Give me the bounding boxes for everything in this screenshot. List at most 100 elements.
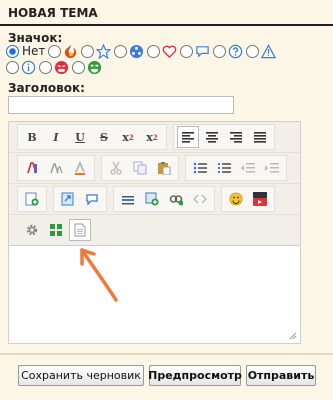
align-justify-icon — [254, 131, 266, 143]
radio-button[interactable] — [6, 44, 19, 58]
title-input[interactable] — [8, 96, 234, 114]
annotation-arrow-icon — [80, 248, 118, 302]
insert-group-1 — [17, 186, 47, 212]
new-topic-page: НОВАЯ ТЕМА Значок: Нет Заголовок: B I U … — [0, 0, 333, 400]
align-right-button[interactable] — [225, 126, 247, 148]
insert-group-2 — [53, 186, 107, 212]
align-center-button[interactable] — [201, 126, 223, 148]
indent-button[interactable] — [261, 157, 283, 179]
youtube-icon — [253, 192, 267, 206]
paste-button[interactable] — [153, 157, 175, 179]
settings-button[interactable] — [21, 219, 43, 241]
copy-button[interactable] — [129, 157, 151, 179]
icon-option-heart[interactable] — [147, 44, 177, 59]
align-right-icon — [230, 131, 242, 143]
bullet-list-button[interactable] — [189, 157, 211, 179]
angry-face-icon — [54, 60, 69, 74]
fullscreen-icon — [50, 224, 62, 236]
insert-image-button[interactable] — [141, 188, 163, 210]
underline-button[interactable]: U — [69, 126, 91, 148]
document-icon — [74, 223, 86, 237]
scissors-icon — [110, 161, 122, 175]
fullscreen-button[interactable] — [45, 219, 67, 241]
text-color-button[interactable] — [69, 157, 91, 179]
align-left-icon — [182, 131, 194, 143]
save-draft-button[interactable]: Сохранить черновик — [18, 365, 144, 386]
question-icon — [229, 44, 243, 58]
insert-quote-button[interactable] — [81, 188, 103, 210]
horizontal-rule-icon — [122, 196, 134, 205]
image-add-icon — [145, 192, 159, 206]
align-justify-button[interactable] — [249, 126, 271, 148]
youtube-button[interactable] — [249, 188, 271, 210]
align-left-button[interactable] — [177, 126, 199, 148]
icon-option-happy-face[interactable] — [72, 60, 102, 75]
radio-button[interactable] — [81, 44, 95, 58]
quote-bubble-icon — [86, 194, 98, 206]
source-view-button[interactable] — [69, 219, 91, 241]
submit-button[interactable]: Отправить — [246, 365, 316, 386]
preview-button[interactable]: Предпросмотр — [148, 365, 242, 386]
strikethrough-button[interactable]: S — [93, 126, 115, 148]
font-group — [17, 155, 95, 181]
title-label: Заголовок: — [8, 81, 85, 95]
resize-handle-icon[interactable] — [289, 332, 297, 340]
insert-chain-link-button[interactable] — [165, 188, 187, 210]
icon-picker-row-2 — [6, 59, 105, 75]
toolbar-row-3 — [9, 184, 300, 215]
radio-button[interactable] — [114, 44, 128, 58]
icon-option-none[interactable]: Нет — [6, 44, 45, 58]
toolbar-row-4 — [9, 215, 300, 246]
font-style-icon — [27, 162, 37, 174]
insert-link-button[interactable] — [57, 188, 79, 210]
radio-button[interactable] — [246, 44, 260, 58]
bold-button[interactable]: B — [21, 126, 43, 148]
superscript-button[interactable]: x2 — [141, 126, 163, 148]
editor-text-area[interactable] — [9, 246, 300, 342]
font-style-button[interactable] — [21, 157, 43, 179]
radio-button[interactable] — [213, 44, 227, 58]
icon-option-warning[interactable] — [246, 43, 277, 59]
cut-button[interactable] — [105, 157, 127, 179]
warning-icon — [261, 43, 277, 58]
font-size-button[interactable] — [45, 157, 67, 179]
smiley-button[interactable] — [225, 188, 247, 210]
icon-option-info[interactable] — [6, 60, 36, 75]
radio-button[interactable] — [6, 60, 19, 74]
tools-group — [17, 217, 95, 243]
outdent-button[interactable] — [237, 157, 259, 179]
icon-option-fire[interactable] — [48, 44, 78, 59]
radio-button[interactable] — [72, 60, 85, 74]
format-group: B I U S x2 x2 — [17, 124, 167, 150]
icon-option-speech-bubble[interactable] — [180, 44, 210, 59]
speech-bubble-icon — [196, 45, 210, 58]
paste-icon — [158, 162, 171, 175]
rich-text-editor: B I U S x2 x2 — [8, 121, 301, 344]
page-add-icon — [25, 192, 39, 206]
radio-button[interactable] — [48, 44, 62, 58]
insert-page-button[interactable] — [21, 188, 43, 210]
radio-button[interactable] — [180, 44, 194, 58]
smiley-icon — [229, 192, 243, 206]
happy-face-icon — [87, 60, 102, 74]
text-color-icon — [75, 161, 85, 175]
radio-button[interactable] — [147, 44, 161, 58]
subscript-button[interactable]: x2 — [117, 126, 139, 148]
icon-option-angry-face[interactable] — [39, 60, 69, 75]
icon-option-film-reel[interactable] — [114, 44, 144, 59]
horizontal-rule-button[interactable] — [117, 188, 139, 210]
icon-option-star[interactable] — [81, 43, 112, 59]
link-page-icon — [61, 192, 74, 206]
info-icon — [21, 60, 36, 74]
superscript-mark: 2 — [152, 132, 158, 142]
align-center-icon — [206, 131, 218, 143]
insert-code-button[interactable] — [189, 188, 211, 210]
toolbar-row-1: B I U S x2 x2 — [9, 122, 300, 153]
clipboard-group — [101, 155, 179, 181]
numbered-list-button[interactable] — [213, 157, 235, 179]
icon-option-question[interactable] — [213, 44, 243, 59]
italic-button[interactable]: I — [45, 126, 67, 148]
icon-option-none-label: Нет — [22, 44, 46, 58]
radio-button[interactable] — [39, 60, 52, 74]
page-title: НОВАЯ ТЕМА — [0, 0, 333, 26]
